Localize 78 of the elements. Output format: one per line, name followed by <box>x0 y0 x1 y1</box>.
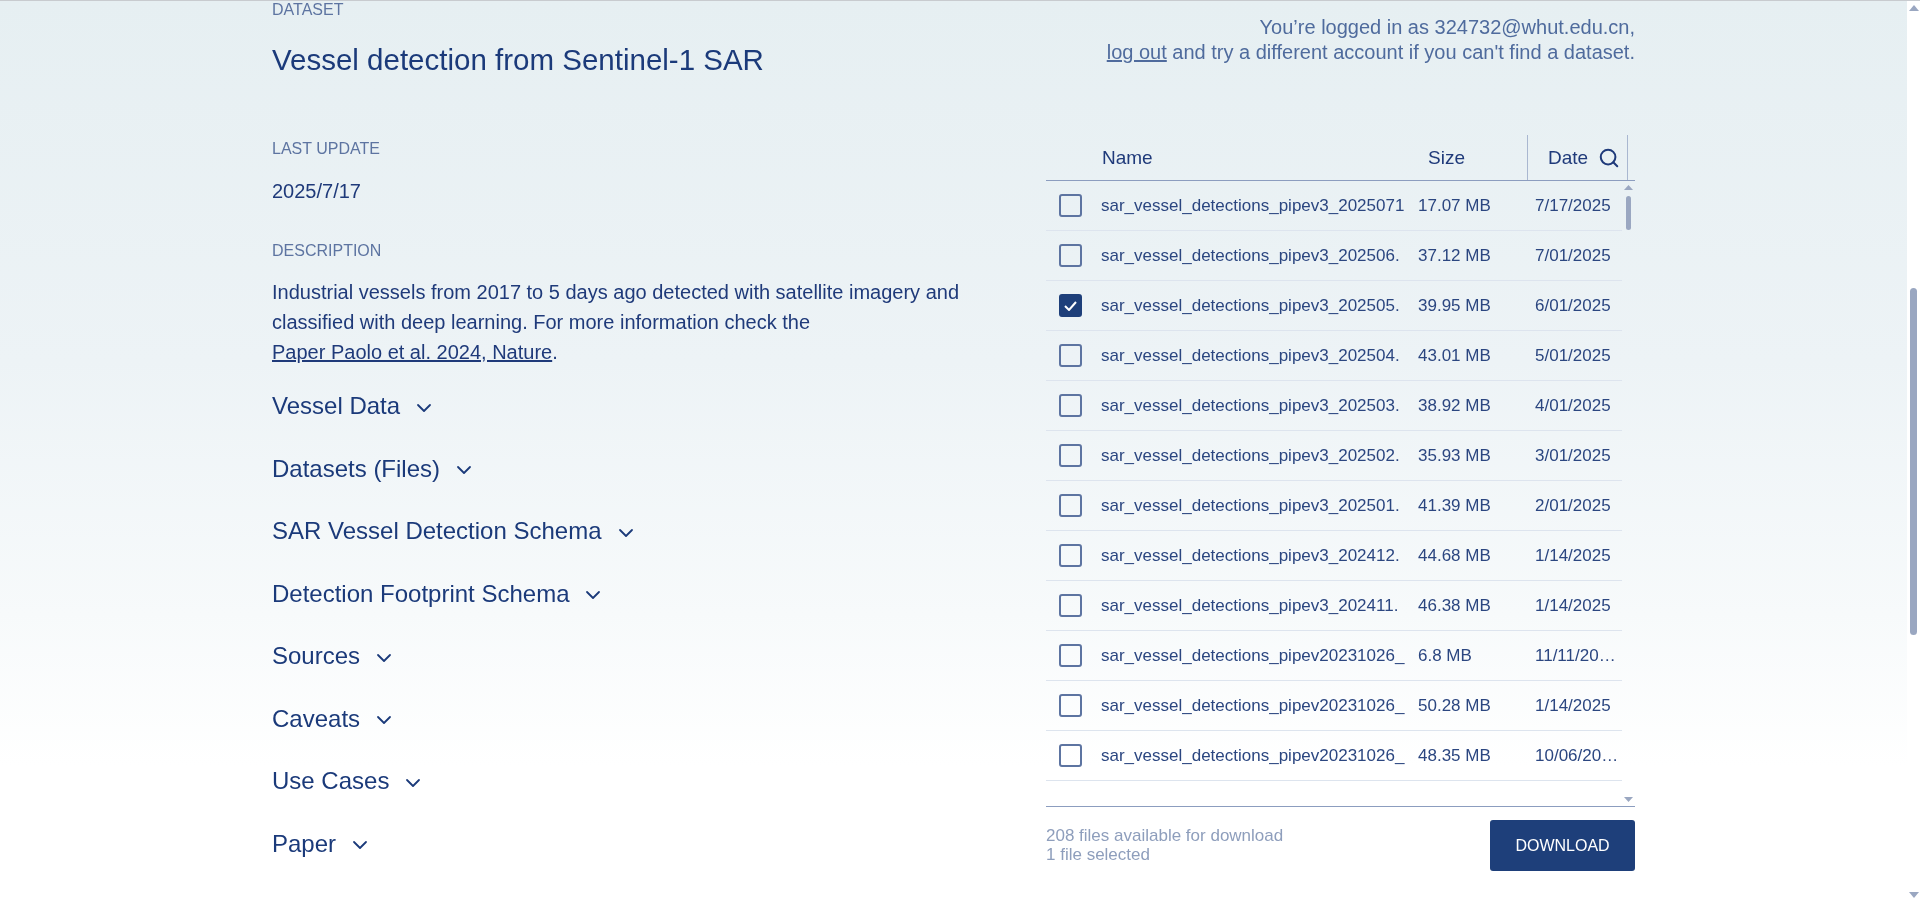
caret-down-icon[interactable] <box>1908 892 1919 898</box>
paper-link[interactable]: Paper Paolo et al. 2024, Nature <box>272 341 553 363</box>
row-checkbox[interactable] <box>1059 644 1082 667</box>
file-name: sar_vessel_detections_pipev3_202506. <box>1101 244 1401 267</box>
selection-count: 1 file selected <box>1046 845 1151 864</box>
file-name: sar_vessel_detections_pipev20231026_ <box>1101 694 1406 717</box>
file-name: sar_vessel_detections_pipev3_202411. <box>1101 594 1400 617</box>
row-checkbox[interactable] <box>1059 394 1082 417</box>
file-name: sar_vessel_detections_pipev3_202502. <box>1101 444 1401 467</box>
field-label: LAST UPDATE <box>272 139 381 159</box>
row-checkbox[interactable] <box>1059 444 1082 467</box>
accordion-toggle[interactable]: Datasets (Files) <box>272 453 472 484</box>
column-header: Size <box>1428 145 1465 170</box>
field-value: 2025/7/17 <box>272 179 362 203</box>
file-size: 48.35 MB <box>1418 744 1492 767</box>
login-notice: You’re logged in as 324732@whut.edu.cn, log out and try a different account if you can't find a dataset. <box>1105 15 1635 65</box>
file-name: sar_vessel_detections_pipev3_202505. <box>1101 294 1401 317</box>
description-text: Industrial vessels from 2017 to 5 days ago detected with satellite imagery and classified with deep learning. For more information check the Paper Paolo et al. 2024, Nature. <box>272 280 961 365</box>
accordion-toggle[interactable]: Caveats <box>272 703 392 734</box>
file-size: 46.38 MB <box>1418 594 1492 617</box>
file-date: 7/01/2025 <box>1535 244 1612 267</box>
file-date: 6/01/2025 <box>1535 294 1612 317</box>
field-label: DESCRIPTION <box>272 241 383 261</box>
file-date: 2/01/2025 <box>1535 494 1612 517</box>
file-size: 35.93 MB <box>1418 444 1492 467</box>
dataset-title: Vessel detection from Sentinel-1 SAR <box>272 42 765 78</box>
row-checkbox[interactable] <box>1059 294 1082 317</box>
file-date: 10/06/20… <box>1535 744 1620 767</box>
file-size: 6.8 MB <box>1418 644 1473 667</box>
file-size: 44.68 MB <box>1418 544 1492 567</box>
accordion-toggle[interactable]: Detection Footprint Schema <box>272 578 601 609</box>
file-name: sar_vessel_detections_pipev3_2025071 <box>1101 194 1406 217</box>
file-size: 50.28 MB <box>1418 694 1492 717</box>
file-name: sar_vessel_detections_pipev20231026_ <box>1101 644 1406 667</box>
row-checkbox[interactable] <box>1059 694 1082 717</box>
caret-down-icon[interactable] <box>1624 797 1633 802</box>
search-icon[interactable] <box>1598 146 1621 169</box>
file-date: 4/01/2025 <box>1535 394 1612 417</box>
file-date: 1/14/2025 <box>1535 594 1612 617</box>
file-size: 43.01 MB <box>1418 344 1492 367</box>
file-date: 1/14/2025 <box>1535 544 1612 567</box>
scrollbar-thumb[interactable] <box>1626 196 1631 230</box>
file-date: 3/01/2025 <box>1535 444 1612 467</box>
scrollbar-thumb[interactable] <box>1910 288 1917 635</box>
accordion-toggle[interactable]: Vessel Data <box>272 391 432 421</box>
file-size: 37.12 MB <box>1418 244 1492 267</box>
file-date: 1/14/2025 <box>1535 694 1612 717</box>
file-size: 41.39 MB <box>1418 494 1492 517</box>
logout-link[interactable]: log out <box>1106 41 1167 63</box>
file-date: 5/01/2025 <box>1535 344 1612 367</box>
file-size: 39.95 MB <box>1418 294 1492 317</box>
file-name: sar_vessel_detections_pipev3_202504. <box>1101 344 1401 367</box>
row-checkbox[interactable] <box>1059 244 1082 267</box>
column-header: Name <box>1102 145 1153 170</box>
file-size: 17.07 MB <box>1418 194 1492 217</box>
file-name: sar_vessel_detections_pipev3_202503. <box>1101 394 1401 417</box>
file-name: sar_vessel_detections_pipev3_202501. <box>1101 494 1401 517</box>
row-checkbox[interactable] <box>1059 194 1082 217</box>
file-name: sar_vessel_detections_pipev3_202412. <box>1101 544 1401 567</box>
row-checkbox[interactable] <box>1059 744 1082 767</box>
file-date: 11/11/20… <box>1535 644 1617 667</box>
category-label: DATASET <box>272 1 345 19</box>
row-checkbox[interactable] <box>1059 494 1082 517</box>
accordion-toggle[interactable]: Use Cases <box>272 766 421 796</box>
file-date: 7/17/2025 <box>1535 194 1612 217</box>
accordion-toggle[interactable]: Paper <box>272 828 368 859</box>
column-header: Date <box>1548 145 1589 170</box>
row-checkbox[interactable] <box>1059 544 1082 567</box>
accordion-toggle[interactable]: Sources <box>272 641 392 671</box>
accordion-toggle[interactable]: SAR Vessel Detection Schema <box>272 516 633 546</box>
file-count: 208 files available for download <box>1046 826 1284 845</box>
download-button[interactable]: DOWNLOAD <box>1490 820 1635 871</box>
file-size: 38.92 MB <box>1418 394 1492 417</box>
file-name: sar_vessel_detections_pipev20231026_ <box>1101 744 1406 767</box>
caret-up-icon[interactable] <box>1908 5 1919 11</box>
row-checkbox[interactable] <box>1059 344 1082 367</box>
check-icon <box>1064 300 1077 311</box>
row-checkbox[interactable] <box>1059 594 1082 617</box>
